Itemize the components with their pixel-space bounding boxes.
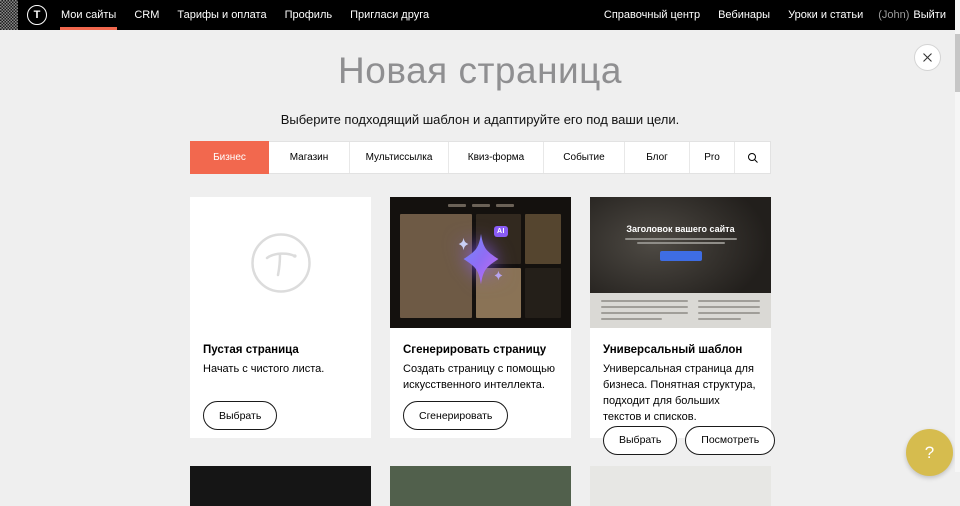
preview-hero: Заголовок вашего сайта xyxy=(590,197,771,293)
mock-site-nav xyxy=(390,204,571,207)
tab-business[interactable]: Бизнес xyxy=(190,141,269,174)
nav-help-center[interactable]: Справочный центр xyxy=(595,0,709,30)
card-actions: Выбрать xyxy=(190,401,371,438)
ai-generate-preview: AI xyxy=(390,197,571,328)
tilda-logo[interactable]: T xyxy=(27,5,47,25)
logout-link[interactable]: Выйти xyxy=(913,9,946,21)
ai-badge: AI xyxy=(494,226,508,237)
generate-button[interactable]: Сгенерировать xyxy=(403,401,508,430)
tab-blog[interactable]: Блог xyxy=(625,142,690,173)
template-cards: Пустая страница Начать с чистого листа. … xyxy=(190,197,771,438)
nav-invite-friend[interactable]: Пригласи друга xyxy=(341,0,438,30)
nav-my-sites[interactable]: Мои сайты xyxy=(52,0,125,30)
scrollbar[interactable] xyxy=(955,0,960,472)
card-description: Создать страницу с помощью искусственног… xyxy=(390,356,571,394)
card-actions: Выбрать Посмотреть xyxy=(590,426,771,463)
search-icon xyxy=(747,152,759,164)
texture-strip xyxy=(0,0,18,30)
card-actions: Сгенерировать xyxy=(390,401,571,438)
preview-text-section xyxy=(590,293,771,328)
card-generate-page: AI Сгенерировать страницу Создать страни… xyxy=(390,197,571,438)
tab-pro[interactable]: Pro xyxy=(690,142,735,173)
nav-tariffs-payment[interactable]: Тарифы и оплата xyxy=(168,0,275,30)
tab-search[interactable] xyxy=(735,142,770,173)
page-subtitle: Выберите подходящий шаблон и адаптируйте… xyxy=(0,112,960,127)
user-name: (John) xyxy=(878,9,909,21)
view-universal-button[interactable]: Посмотреть xyxy=(685,426,775,455)
tab-multilink[interactable]: Мультиссылка xyxy=(350,142,449,173)
card-title: Универсальный шаблон xyxy=(590,328,771,356)
choose-blank-button[interactable]: Выбрать xyxy=(203,401,277,430)
secondary-nav: Справочный центр Вебинары Уроки и статьи… xyxy=(595,0,946,30)
close-button[interactable] xyxy=(914,44,941,71)
card-description: Универсальная страница для бизнеса. Поня… xyxy=(590,356,771,426)
page-title: Новая страница xyxy=(0,50,960,92)
user-area: (John) Выйти xyxy=(872,9,946,21)
card-title: Сгенерировать страницу xyxy=(390,328,571,356)
scrollbar-thumb[interactable] xyxy=(955,34,960,92)
nav-profile[interactable]: Профиль xyxy=(276,0,342,30)
main-nav: Мои сайты CRM Тарифы и оплата Профиль Пр… xyxy=(52,0,438,30)
card-blank-page: Пустая страница Начать с чистого листа. … xyxy=(190,197,371,438)
universal-template-preview: Заголовок вашего сайта xyxy=(590,197,771,328)
tab-shop[interactable]: Магазин xyxy=(269,142,350,173)
tilda-circle-logo-icon xyxy=(250,232,312,294)
next-template-row xyxy=(190,466,771,506)
blank-page-preview xyxy=(190,197,371,328)
card-preview-partial[interactable] xyxy=(190,466,371,506)
preview-cta-button xyxy=(660,251,702,261)
top-navbar: T Мои сайты CRM Тарифы и оплата Профиль … xyxy=(0,0,960,30)
card-description: Начать с чистого листа. xyxy=(190,356,371,378)
tab-quiz-form[interactable]: Квиз-форма xyxy=(449,142,544,173)
close-icon xyxy=(922,52,933,63)
card-title: Пустая страница xyxy=(190,328,371,356)
nav-lessons-articles[interactable]: Уроки и статьи xyxy=(779,0,872,30)
card-preview-partial[interactable] xyxy=(390,466,571,506)
logo-letter: T xyxy=(34,9,41,21)
card-preview-partial[interactable] xyxy=(590,466,771,506)
card-universal-template: Заголовок вашего сайта Универсальный шаб… xyxy=(590,197,771,438)
nav-crm[interactable]: CRM xyxy=(125,0,168,30)
preview-site-title: Заголовок вашего сайта xyxy=(590,197,771,234)
tab-event[interactable]: Событие xyxy=(544,142,625,173)
choose-universal-button[interactable]: Выбрать xyxy=(603,426,677,455)
template-category-tabs: Бизнес Магазин Мультиссылка Квиз-форма С… xyxy=(190,141,771,174)
nav-webinars[interactable]: Вебинары xyxy=(709,0,779,30)
help-button[interactable]: ? xyxy=(906,429,953,476)
